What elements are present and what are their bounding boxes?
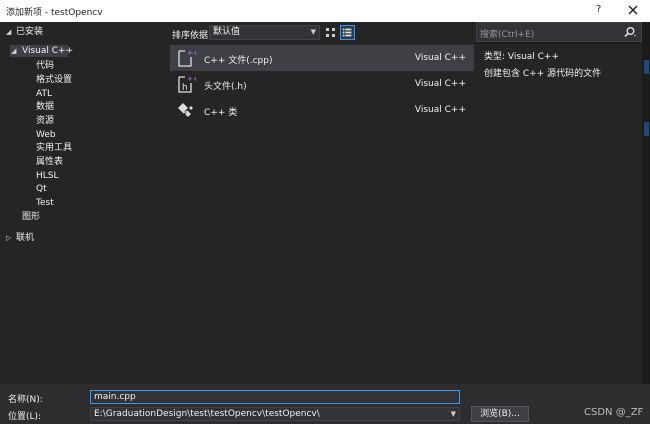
template-type: 类型: Visual C++ [484, 52, 559, 62]
tree-item-label: 联机 [16, 233, 35, 243]
watermark: CSDN @_ZF [584, 407, 644, 418]
template-name: C++ 类 [204, 108, 238, 118]
close-icon[interactable] [624, 1, 642, 19]
tree-item-installed[interactable]: ◢ 已安装 [0, 26, 168, 38]
tree-item-resource[interactable]: 资源 [36, 115, 54, 127]
chevron-down-icon[interactable]: ▼ [451, 408, 456, 420]
tree-item-graphics[interactable]: 图形 [22, 211, 40, 223]
cpp-class-icon [178, 103, 193, 117]
right-edge-strip [642, 22, 650, 384]
location-field[interactable]: E:\GraduationDesign\test\testOpencv\test… [90, 407, 460, 421]
tree-item-online[interactable]: ▷ 联机 [0, 232, 168, 244]
expanded-triangle-icon: ◢ [6, 28, 12, 36]
template-item-cpp-file[interactable]: ++ C++ 文件(.cpp) Visual C++ [170, 45, 474, 71]
template-list: ++ C++ 文件(.cpp) Visual C++ h ++ 头文件(.h) … [168, 44, 476, 384]
details-panel: 类型: Visual C++ 创建包含 C++ 源代码的文件 [476, 44, 642, 384]
template-item-cpp-class[interactable]: C++ 类 Visual C++ [170, 97, 474, 123]
window-title: 添加新项 - testOpencv [6, 8, 103, 18]
title-bar: 添加新项 - testOpencv ? [0, 0, 650, 22]
expanded-triangle-icon: ◢ [11, 47, 17, 55]
tree-item-label: Visual C++ [22, 46, 74, 56]
template-language: Visual C++ [414, 53, 466, 63]
edge-marker [644, 60, 649, 74]
name-label: 名称(N): [8, 395, 43, 405]
grid-view-icon[interactable] [323, 25, 338, 40]
template-language: Visual C++ [414, 105, 466, 115]
tree-item-label: 已安装 [16, 27, 44, 37]
tree-item-test[interactable]: Test [36, 197, 54, 209]
location-label: 位置(L): [8, 412, 42, 422]
template-name: C++ 文件(.cpp) [204, 56, 273, 66]
name-field[interactable]: main.cpp [90, 390, 460, 404]
template-name: 头文件(.h) [204, 82, 247, 92]
template-language: Visual C++ [414, 79, 466, 89]
location-value: E:\GraduationDesign\test\testOpencv\test… [94, 409, 320, 419]
chevron-down-icon: ▼ [310, 28, 316, 36]
search-icon[interactable] [623, 26, 637, 39]
sort-dropdown[interactable]: 默认值 ▼ [209, 25, 320, 40]
template-item-header-file[interactable]: h ++ 头文件(.h) Visual C++ [170, 71, 474, 97]
collapsed-triangle-icon: ▷ [6, 234, 12, 242]
template-description: 创建包含 C++ 源代码的文件 [484, 69, 602, 79]
tree-item-web[interactable]: Web [36, 129, 56, 141]
tree-item-atl[interactable]: ATL [36, 88, 52, 100]
toolbar: 排序依据: 默认值 ▼ [168, 22, 476, 44]
tree-item-utility[interactable]: 实用工具 [36, 142, 72, 154]
bottom-bar: 名称(N): main.cpp 位置(L): E:\GraduationDesi… [0, 384, 650, 424]
sort-label: 排序依据: [172, 31, 212, 41]
search-box[interactable]: 搜索(Ctrl+E) [476, 22, 642, 42]
tree-item-data[interactable]: 数据 [36, 101, 54, 113]
header-file-icon: h ++ [178, 75, 196, 93]
tree-item-visual-cpp[interactable]: ◢ Visual C++ [10, 45, 73, 57]
edge-marker [644, 122, 649, 136]
browse-button[interactable]: 浏览(B)... [471, 406, 529, 422]
tree-item-qt[interactable]: Qt [36, 183, 47, 195]
svg-text:h: h [182, 83, 188, 93]
list-view-icon[interactable] [340, 25, 355, 40]
tree-item-property-sheet[interactable]: 属性表 [36, 156, 63, 168]
tree-item-format[interactable]: 格式设置 [36, 74, 72, 86]
svg-text:++: ++ [187, 75, 196, 83]
category-tree: ◢ 已安装 ◢ Visual C++ 代码 格式设置 ATL 数据 资源 Web… [0, 22, 168, 384]
cpp-file-icon: ++ [178, 49, 196, 67]
tree-item-code[interactable]: 代码 [36, 60, 54, 72]
sort-value: 默认值 [213, 27, 241, 37]
tree-item-hlsl[interactable]: HLSL [36, 170, 59, 182]
svg-text:++: ++ [187, 49, 196, 57]
help-button[interactable]: ? [596, 4, 601, 15]
search-input[interactable]: 搜索(Ctrl+E) [480, 27, 534, 40]
